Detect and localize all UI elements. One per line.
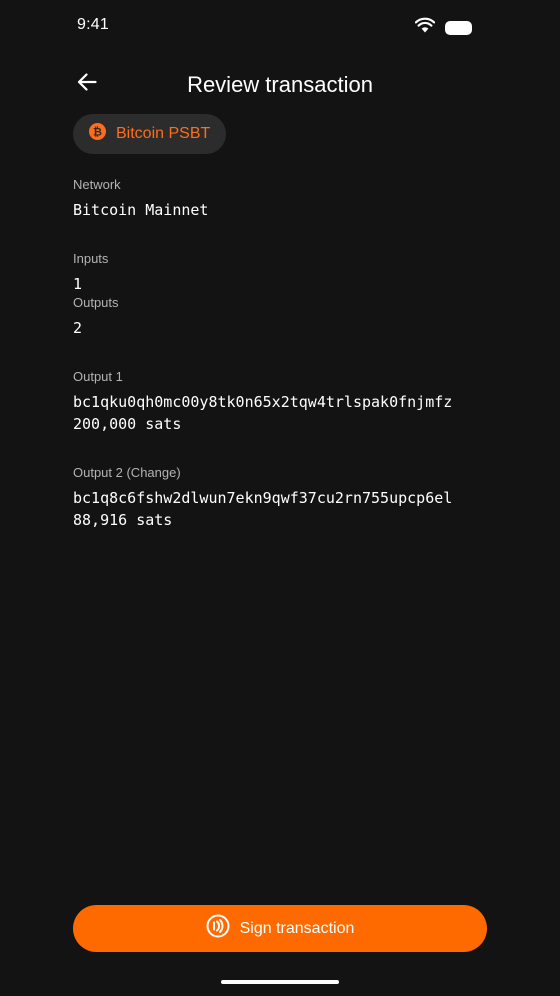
home-indicator[interactable] bbox=[221, 980, 339, 984]
wifi-icon bbox=[414, 17, 436, 38]
outputs-field: Outputs 2 bbox=[73, 295, 119, 339]
outputs-value: 2 bbox=[73, 319, 83, 337]
output-2-amount: 88,916 sats bbox=[73, 511, 173, 529]
network-field: Network Bitcoin Mainnet bbox=[73, 177, 208, 221]
network-value: Bitcoin Mainnet bbox=[73, 201, 209, 219]
inputs-value: 1 bbox=[73, 275, 83, 293]
output-2-label: Output 2 (Change) bbox=[73, 465, 181, 480]
network-label: Network bbox=[73, 177, 121, 192]
psbt-type-chip: ₿ Bitcoin PSBT bbox=[73, 114, 227, 154]
output-1-label: Output 1 bbox=[73, 369, 123, 384]
output-2-field: Output 2 (Change) bc1q8c6fshw2dlwun7ekn9… bbox=[73, 465, 452, 531]
page-title: Review transaction bbox=[187, 72, 373, 97]
status-bar: 9:41 bbox=[0, 0, 560, 52]
status-time: 9:41 bbox=[77, 16, 109, 33]
status-icons bbox=[414, 17, 472, 38]
output-1-field: Output 1 bc1qku0qh0mc00y8tk0n65x2tqw4trl… bbox=[73, 369, 452, 435]
sign-transaction-button[interactable]: Sign transaction bbox=[73, 905, 487, 952]
output-2-address: bc1q8c6fshw2dlwun7ekn9qwf37cu2rn755upcp6… bbox=[73, 489, 453, 507]
output-1-address: bc1qku0qh0mc00y8tk0n65x2tqw4trlspak0fnjm… bbox=[73, 393, 453, 411]
inputs-label: Inputs bbox=[73, 251, 109, 266]
inputs-field: Inputs 1 bbox=[73, 251, 108, 295]
svg-text:₿: ₿ bbox=[93, 126, 102, 139]
chip-label: Bitcoin PSBT bbox=[116, 125, 211, 142]
bitcoin-icon: ₿ bbox=[89, 123, 106, 145]
nfc-sign-icon bbox=[206, 914, 230, 943]
outputs-label: Outputs bbox=[73, 295, 119, 310]
header: Review transaction bbox=[0, 62, 560, 108]
output-1-amount: 200,000 sats bbox=[73, 415, 182, 433]
sign-transaction-label: Sign transaction bbox=[239, 919, 355, 937]
battery-icon bbox=[445, 20, 472, 35]
